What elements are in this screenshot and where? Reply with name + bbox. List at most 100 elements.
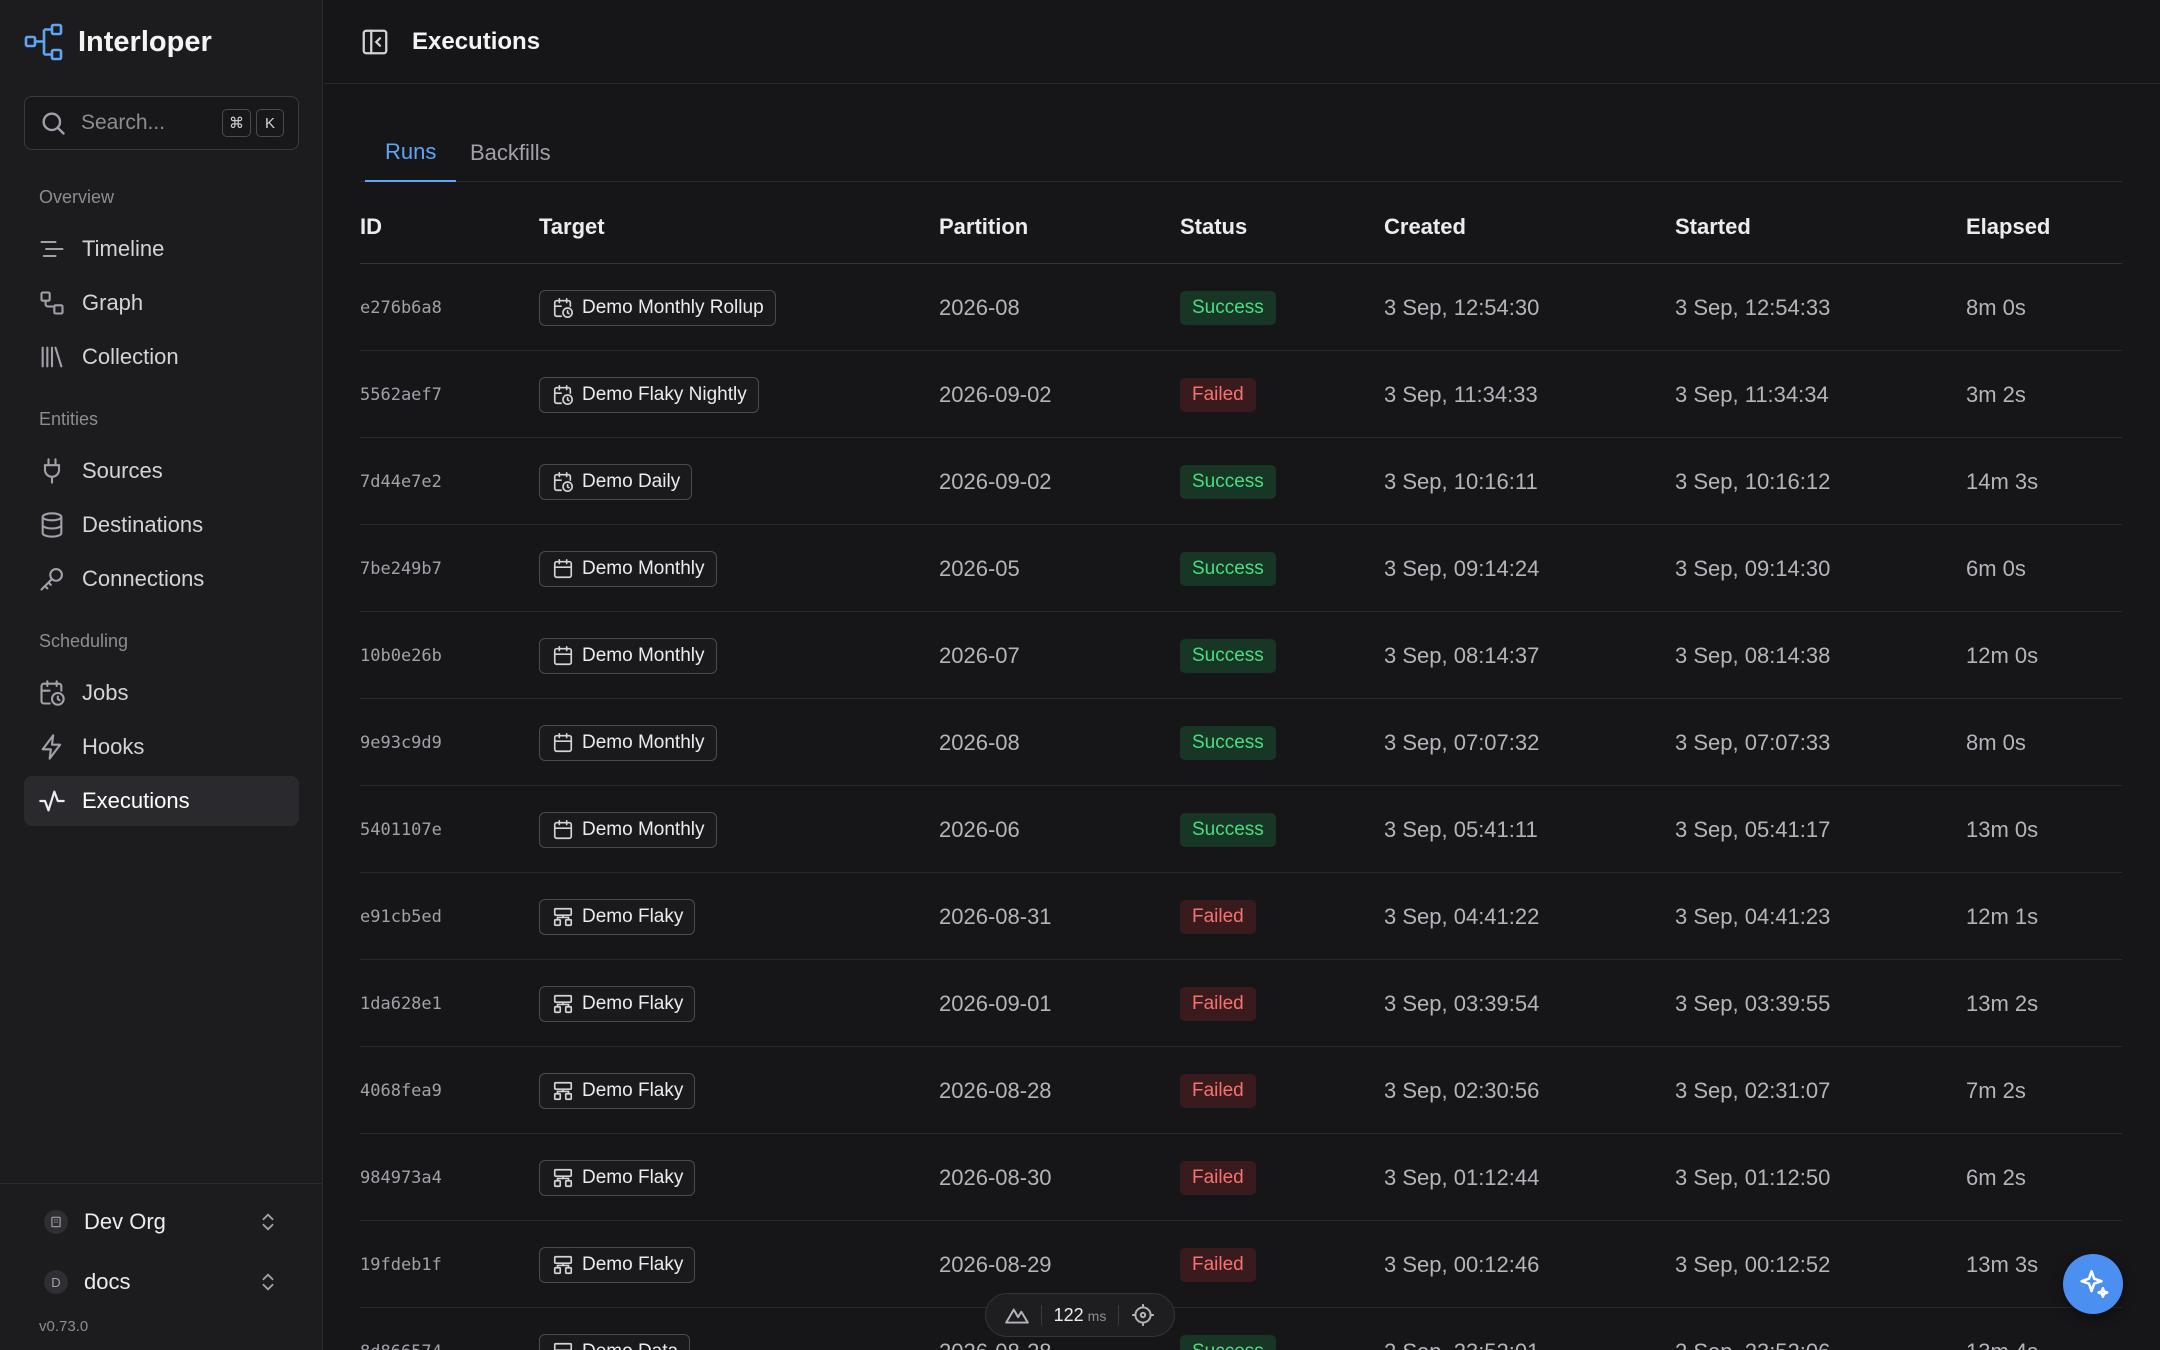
sidebar-item-graph[interactable]: Graph	[24, 278, 299, 328]
target-chip[interactable]: Demo Daily	[539, 463, 693, 500]
executions-table: ID Target Partition Status Created Start…	[360, 198, 2122, 1350]
column-header-status[interactable]: Status	[1180, 198, 1247, 256]
cell-started: 2 Sep, 23:52:06	[1675, 1308, 1830, 1350]
cell-id[interactable]: 9e93c9d9	[360, 699, 442, 786]
column-header-partition[interactable]: Partition	[939, 198, 1028, 256]
plug-icon	[43, 458, 61, 484]
target-chip[interactable]: Demo Flaky	[539, 985, 696, 1022]
network-icon	[553, 1342, 573, 1350]
cell-id[interactable]: 5401107e	[360, 786, 442, 873]
column-header-created[interactable]: Created	[1384, 198, 1466, 256]
section-label-entities: Entities	[39, 409, 99, 429]
calendar-icon	[553, 645, 573, 665]
table-row[interactable]: 1da628e1 Demo Flaky 2026-09-01 Failed 3 Sep,…	[360, 960, 2122, 1047]
crosshair-icon[interactable]	[1130, 1302, 1156, 1328]
sidebar-item-jobs[interactable]: Jobs	[24, 668, 299, 718]
cell-id[interactable]: 19fdeb1f	[360, 1221, 442, 1308]
table-row[interactable]: 19fdeb1f Demo Flaky 2026-08-29 Failed 3 Sep,…	[360, 1221, 2122, 1308]
target-label: Demo Flaky	[582, 1079, 684, 1101]
brand[interactable]: Interloper	[24, 22, 212, 62]
sidebar-item-connections[interactable]: Connections	[24, 554, 299, 604]
target-chip[interactable]: Demo Monthly	[539, 811, 717, 848]
sidebar-toggle-icon[interactable]	[360, 27, 390, 57]
sidebar-item-executions[interactable]: Executions	[24, 776, 299, 826]
network-icon	[553, 994, 573, 1013]
table-row[interactable]: 7d44e7e2 Demo Daily 2026-09-02 Success 3 Sep…	[360, 438, 2122, 525]
column-header-target[interactable]: Target	[539, 198, 605, 256]
cell-id[interactable]: 5562aef7	[360, 351, 442, 438]
tab-runs[interactable]: Runs	[365, 124, 457, 182]
target-chip[interactable]: Demo Monthly	[539, 637, 717, 674]
table-row[interactable]: 8d866574Demo Data2026-08-28Success2 Sep,…	[360, 1308, 2122, 1350]
calendar-clock-icon	[553, 297, 573, 318]
network-icon	[553, 1255, 573, 1274]
sidebar-item-collection[interactable]: Collection	[24, 332, 299, 382]
table-row[interactable]: 5401107e Demo Monthly 2026-06 Success 3 Sep,…	[360, 786, 2122, 873]
key-icon	[40, 568, 63, 591]
divider	[1117, 1305, 1119, 1325]
table-row[interactable]: 4068fea9 Demo Flaky 2026-08-28 Failed 3 Sep,…	[360, 1047, 2122, 1134]
table-row[interactable]: 984973a4 Demo Flaky 2026-08-30 Failed 3 Sep,…	[360, 1134, 2122, 1221]
org-switcher[interactable]: Dev Org	[24, 1197, 299, 1247]
cell-partition: 2026-08-30	[939, 1164, 1052, 1190]
cell-created: 3 Sep, 03:39:54	[1384, 990, 1540, 1016]
target-chip[interactable]: Demo Flaky Nightly	[539, 376, 759, 413]
column-header-id[interactable]: ID	[360, 198, 382, 256]
cell-created: 3 Sep, 04:41:22	[1384, 903, 1540, 929]
search-box[interactable]: Search... ⌘ K	[24, 96, 299, 150]
cell-elapsed: 12m 1s	[1966, 903, 2039, 929]
sidebar-item-label: Collection	[82, 344, 179, 369]
target-chip[interactable]: Demo Monthly	[539, 550, 717, 587]
cell-created: 3 Sep, 02:30:56	[1384, 1077, 1540, 1103]
cell-id[interactable]: e276b6a8	[360, 264, 442, 351]
cell-id[interactable]: e91cb5ed	[360, 873, 442, 960]
cell-started: 3 Sep, 07:07:33	[1675, 729, 1831, 755]
target-chip[interactable]: Demo Monthly	[539, 724, 717, 761]
search-input[interactable]: Search...	[81, 111, 217, 135]
table-row[interactable]: 5562aef7 Demo Flaky Nightly 2026-09-02 Fail…	[360, 351, 2122, 438]
cell-status: Failed	[1180, 873, 1256, 960]
target-label: Demo Data	[582, 1341, 678, 1350]
tab-backfills[interactable]: Backfills	[450, 124, 571, 182]
sidebar-item-sources[interactable]: Sources	[24, 446, 299, 496]
target-chip[interactable]: Demo Flaky	[539, 1072, 696, 1109]
cell-status: Success	[1180, 438, 1276, 525]
sidebar-item-hooks[interactable]: Hooks	[24, 722, 299, 772]
project-switcher[interactable]: D docs	[24, 1257, 299, 1307]
target-chip[interactable]: Demo Flaky	[539, 1159, 696, 1196]
status-badge: Failed	[1180, 1073, 1256, 1108]
table-header: ID Target Partition Status Created Start…	[360, 198, 2122, 264]
target-chip[interactable]: Demo Flaky	[539, 898, 696, 935]
status-badge: Success	[1180, 725, 1276, 760]
cell-elapsed: 6m 0s	[1966, 555, 2026, 581]
column-header-started[interactable]: Started	[1675, 198, 1751, 256]
table-row[interactable]: 7be249b7 Demo Monthly 2026-05 Success 3 Sep,…	[360, 525, 2122, 612]
table-row[interactable]: 9e93c9d9 Demo Monthly 2026-08 Success 3 Sep,…	[360, 699, 2122, 786]
logo-icon	[24, 23, 63, 61]
cell-id[interactable]: 984973a4	[360, 1134, 442, 1221]
target-chip[interactable]: Demo Monthly Rollup	[539, 289, 776, 326]
cell-elapsed: 8m 0s	[1966, 729, 2026, 755]
cell-id[interactable]: 4068fea9	[360, 1047, 442, 1134]
target-label: Demo Monthly	[582, 644, 705, 666]
table-row[interactable]: 10b0e26b Demo Monthly 2026-07 Success 3 Sep,…	[360, 612, 2122, 699]
target-chip[interactable]: Demo Data	[539, 1333, 691, 1350]
table-row[interactable]: e276b6a8 Demo Monthly Rollup 2026-08 Succes…	[360, 264, 2122, 351]
cell-id[interactable]: 10b0e26b	[360, 612, 442, 699]
ai-assistant-button[interactable]	[2063, 1254, 2123, 1314]
nuxt-icon[interactable]	[1004, 1302, 1030, 1328]
cell-created: 3 Sep, 08:14:37	[1384, 642, 1540, 668]
cell-id[interactable]: 7d44e7e2	[360, 438, 442, 525]
column-header-elapsed[interactable]: Elapsed	[1966, 198, 2050, 256]
status-badge: Success	[1180, 812, 1276, 847]
cell-id[interactable]: 8d866574	[360, 1308, 442, 1350]
divider	[1041, 1305, 1043, 1325]
table-row[interactable]: e91cb5ed Demo Flaky 2026-08-31 Failed 3 Sep,…	[360, 873, 2122, 960]
sidebar-item-timeline[interactable]: Timeline	[24, 224, 299, 274]
sidebar-item-destinations[interactable]: Destinations	[24, 500, 299, 550]
cell-target: Demo Monthly	[539, 786, 717, 873]
project-avatar: D	[44, 1270, 68, 1294]
cell-id[interactable]: 1da628e1	[360, 960, 442, 1047]
cell-id[interactable]: 7be249b7	[360, 525, 442, 612]
target-chip[interactable]: Demo Flaky	[539, 1246, 696, 1283]
